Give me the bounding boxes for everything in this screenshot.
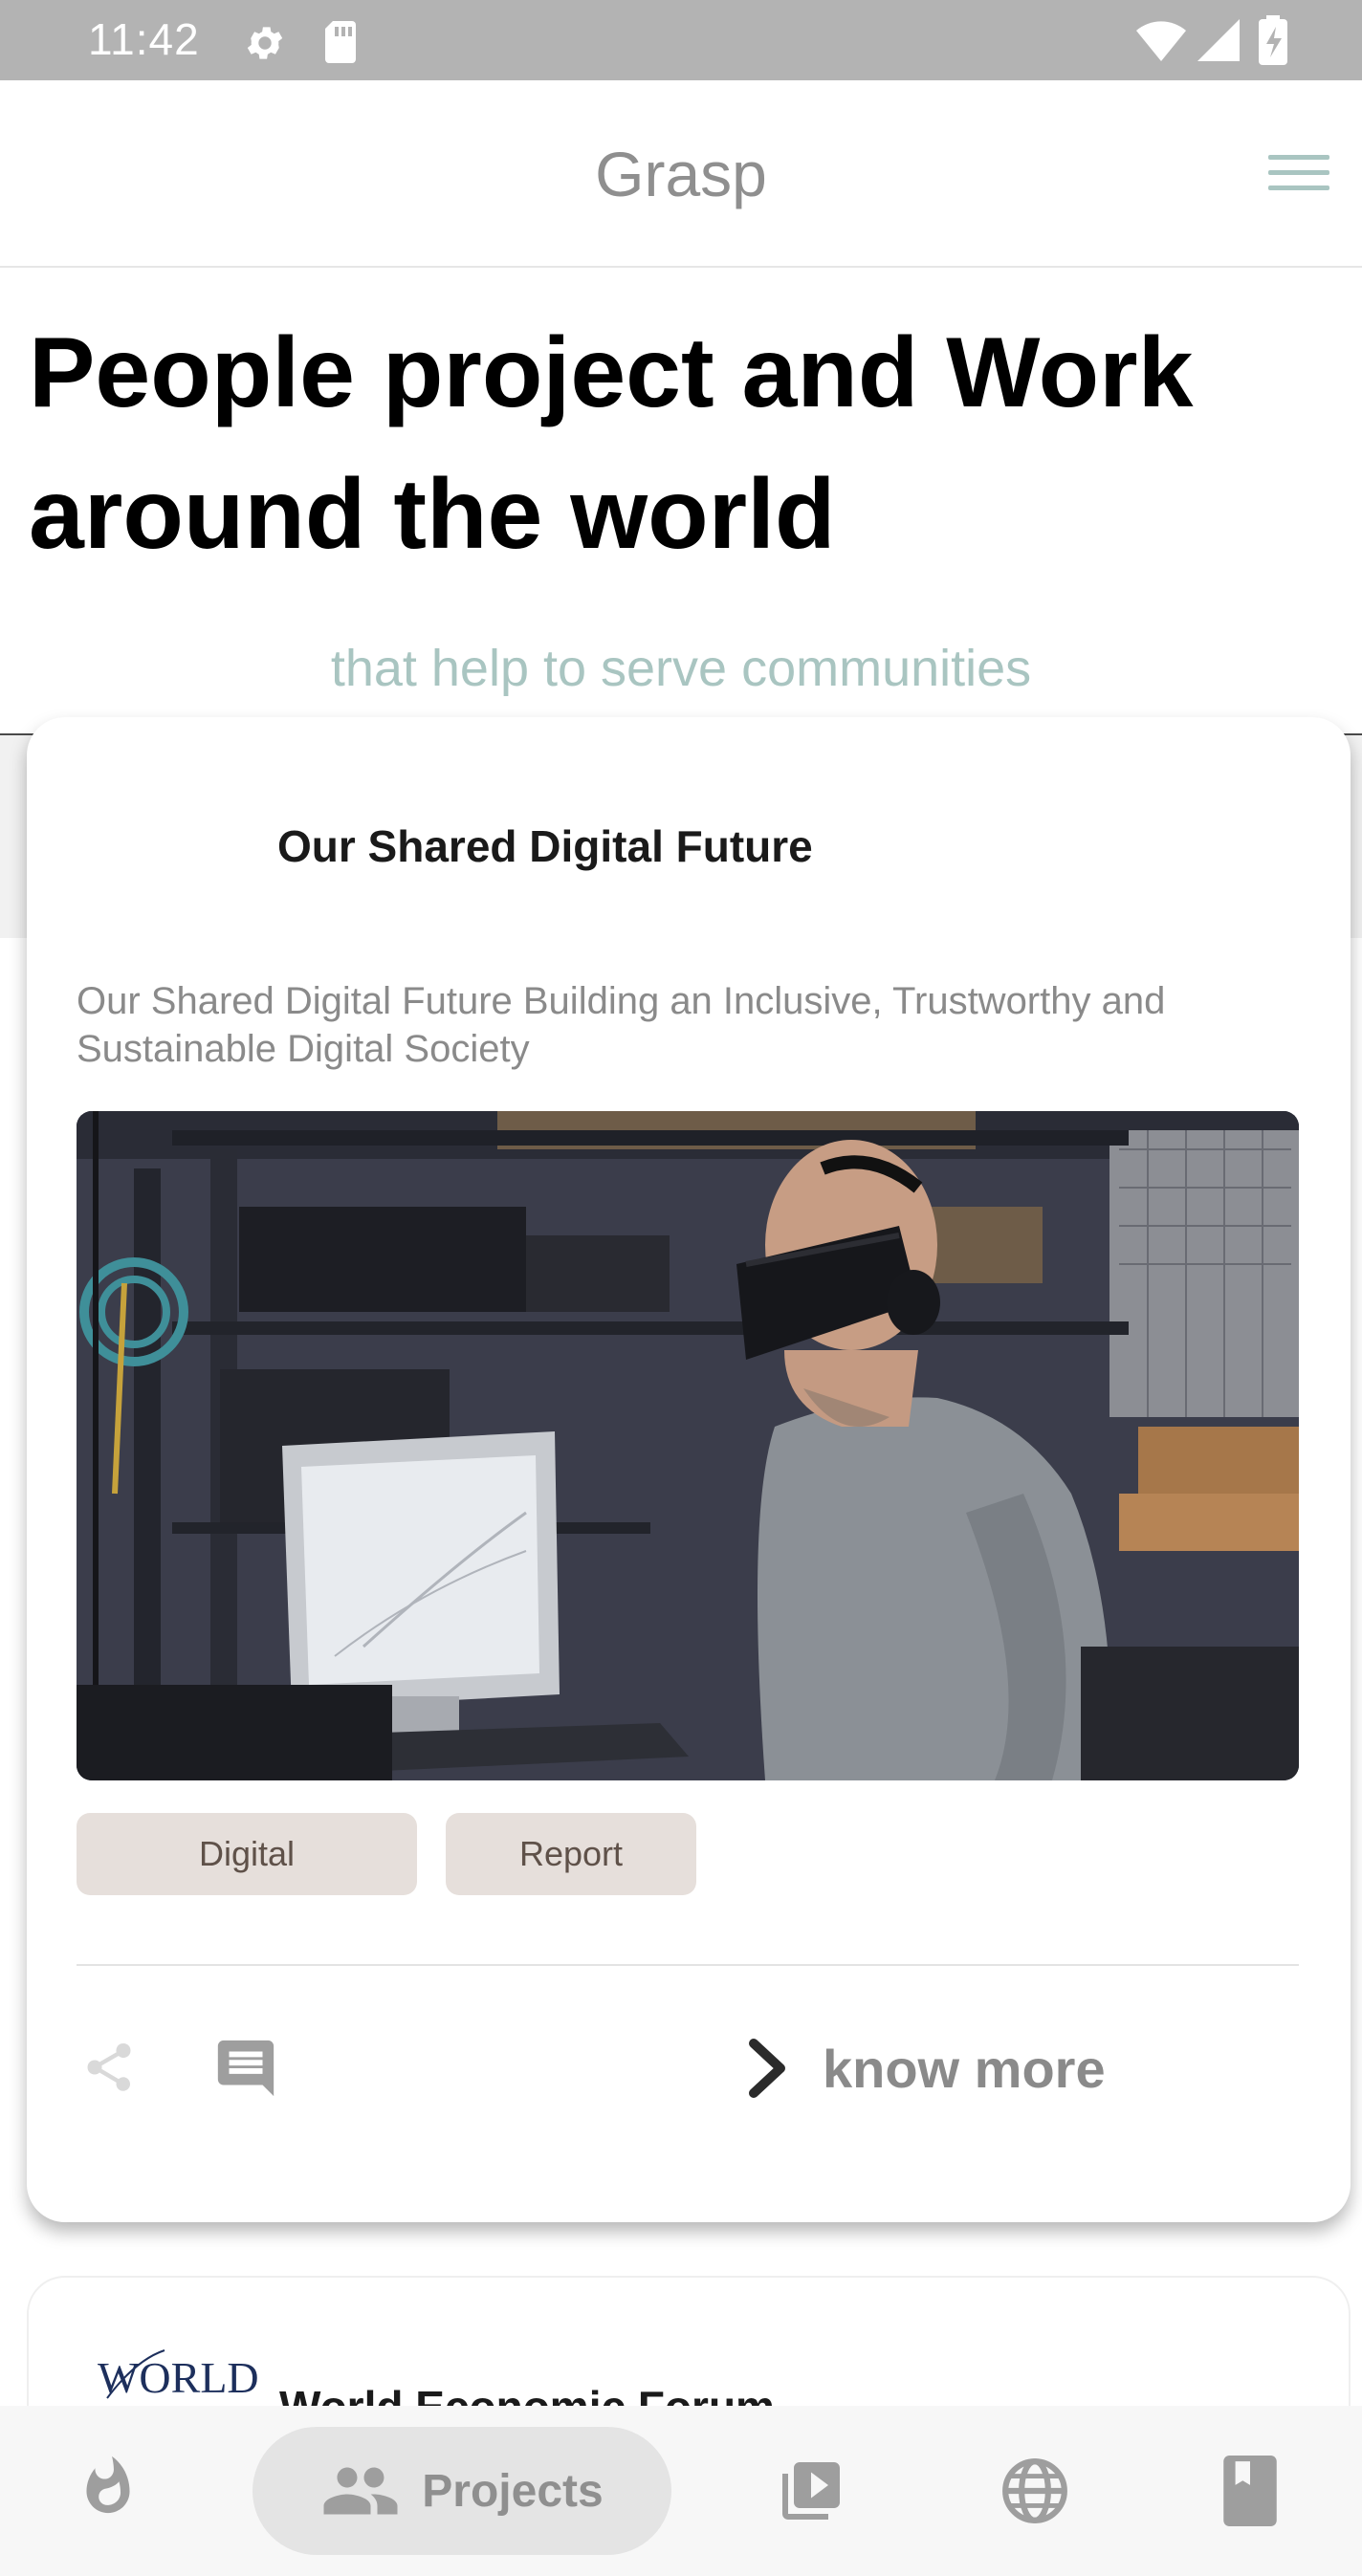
- page-headline: People project and Work around the world: [29, 317, 1194, 570]
- svg-text:WORLD: WORLD: [98, 2353, 259, 2402]
- know-more-label: know more: [823, 2038, 1106, 2099]
- chevron-right-icon: [749, 2039, 785, 2098]
- tag-digital[interactable]: Digital: [77, 1813, 417, 1895]
- page-subheadline: that help to serve communities: [330, 640, 1032, 697]
- nav-item-world[interactable]: [991, 2427, 1079, 2555]
- know-more-button[interactable]: know more: [746, 2025, 1106, 2111]
- hamburger-menu-icon[interactable]: [1264, 147, 1333, 201]
- nav-item-library[interactable]: [1220, 2427, 1280, 2555]
- tag-report[interactable]: Report: [446, 1813, 696, 1895]
- share-icon[interactable]: [80, 2039, 138, 2096]
- globe-icon: [1002, 2458, 1067, 2523]
- wifi-icon: [1136, 21, 1186, 61]
- comment-icon[interactable]: [212, 2035, 279, 2102]
- bottom-navigation: Projects: [0, 2406, 1362, 2576]
- video-library-icon: [782, 2462, 840, 2520]
- nav-item-trending[interactable]: [57, 2427, 159, 2555]
- card-title: Our Shared Digital Future: [277, 821, 813, 871]
- flame-icon: [86, 2456, 130, 2514]
- app-bar: Grasp: [0, 80, 1362, 268]
- vr-headset-photo: [77, 1111, 1299, 1780]
- card-image: [77, 1111, 1299, 1780]
- project-card[interactable]: Our Shared Digital Future Our Shared Dig…: [27, 717, 1351, 2222]
- status-time: 11:42: [88, 14, 200, 64]
- sd-card-icon: [325, 21, 356, 63]
- signal-icon: [1197, 19, 1240, 61]
- battery-charging-icon: [1259, 15, 1287, 65]
- book-icon: [1223, 2456, 1277, 2526]
- nav-item-projects[interactable]: Projects: [253, 2427, 671, 2555]
- gear-icon: [247, 27, 283, 59]
- status-bar: 11:42: [0, 0, 1362, 80]
- people-icon: [323, 2467, 398, 2515]
- nav-item-label: Projects: [422, 2465, 604, 2517]
- nav-item-videos[interactable]: [767, 2427, 855, 2555]
- card-description: Our Shared Digital Future Building an In…: [77, 980, 1166, 1070]
- card-divider: [77, 1964, 1299, 1966]
- app-title: Grasp: [595, 139, 767, 209]
